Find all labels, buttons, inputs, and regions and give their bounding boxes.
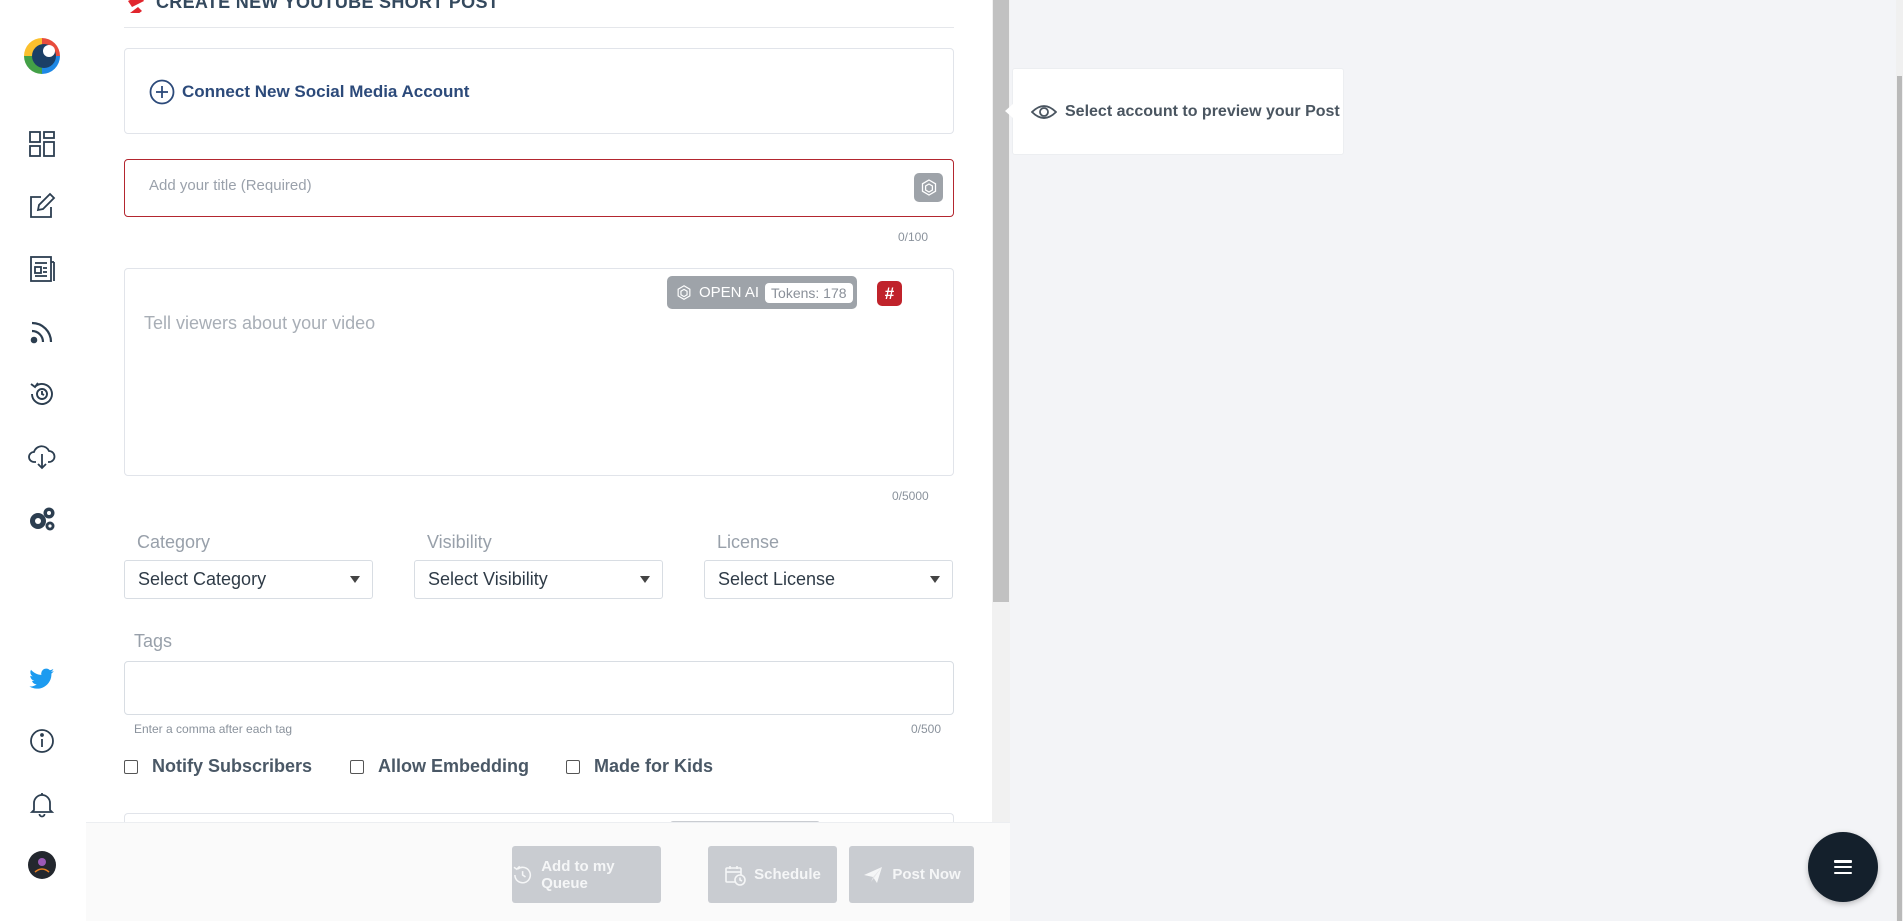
description-card: OPEN AI Tokens: 178 # [124, 268, 954, 476]
preview-message: Select account to preview your Post [1065, 103, 1340, 121]
caret-down-icon [930, 576, 940, 583]
caret-down-icon [640, 576, 650, 583]
page-title-text: CREATE NEW YOUTUBE SHORT POST [156, 0, 499, 13]
twitter-icon[interactable] [25, 661, 59, 695]
caret-down-icon [350, 576, 360, 583]
add-to-queue-label: Add to my Queue [541, 858, 661, 892]
made-for-kids-label: Made for Kids [594, 756, 713, 777]
youtube-shorts-icon [124, 0, 148, 13]
add-to-queue-button[interactable]: Add to my Queue [512, 846, 661, 903]
eye-icon [1031, 102, 1057, 122]
tags-label: Tags [134, 631, 172, 652]
tokens-badge: Tokens: 178 [765, 283, 853, 303]
openai-button[interactable]: OPEN AI Tokens: 178 [667, 276, 857, 309]
edit-post-icon[interactable] [25, 189, 59, 223]
queue-icon [512, 864, 533, 886]
post-now-label: Post Now [892, 866, 960, 883]
license-select[interactable]: Select License [704, 560, 953, 599]
schedule-button[interactable]: Schedule [708, 846, 837, 903]
bell-icon[interactable] [25, 787, 59, 821]
license-label: License [717, 532, 779, 553]
connect-account-button[interactable]: Connect New Social Media Account [149, 79, 469, 105]
menu-fab-button[interactable] [1808, 832, 1878, 902]
openai-label: OPEN AI [699, 284, 759, 301]
info-icon[interactable] [25, 724, 59, 758]
rss-feed-icon[interactable] [25, 315, 59, 349]
notify-subscribers-option[interactable]: Notify Subscribers [124, 756, 312, 777]
action-bar: Add to my Queue Schedule Post Now [86, 822, 1010, 921]
allow-embedding-checkbox[interactable] [350, 760, 364, 774]
category-select-value: Select Category [138, 569, 266, 590]
description-counter: 0/5000 [892, 489, 929, 503]
visibility-label: Visibility [427, 532, 492, 553]
allow-embedding-label: Allow Embedding [378, 756, 529, 777]
calendar-clock-icon [724, 864, 746, 886]
made-for-kids-checkbox[interactable] [566, 760, 580, 774]
notify-subscribers-checkbox[interactable] [124, 760, 138, 774]
connect-account-label: Connect New Social Media Account [182, 82, 469, 102]
description-input[interactable] [144, 313, 934, 453]
title-counter: 0/100 [898, 230, 928, 244]
tags-field [124, 661, 954, 715]
sidebar [0, 0, 86, 921]
preview-card: Select account to preview your Post [1012, 68, 1344, 155]
openai-icon [675, 284, 693, 302]
editor-scrollbar-thumb[interactable] [993, 0, 1009, 602]
visibility-select[interactable]: Select Visibility [414, 560, 663, 599]
tags-hint: Enter a comma after each tag [134, 722, 292, 736]
add-circle-icon [149, 79, 175, 105]
page-scrollbar[interactable] [1896, 0, 1903, 921]
title-divider [124, 27, 954, 28]
category-label: Category [137, 532, 210, 553]
license-select-value: Select License [718, 569, 835, 590]
category-select[interactable]: Select Category [124, 560, 373, 599]
history-icon[interactable] [25, 377, 59, 411]
send-icon [862, 864, 884, 886]
posts-list-icon[interactable] [25, 252, 59, 286]
dashboard-icon[interactable] [25, 127, 59, 161]
hashtag-button[interactable]: # [877, 281, 902, 306]
editor-scrollbar[interactable] [992, 0, 1010, 921]
cloud-download-icon[interactable] [25, 439, 59, 473]
notify-subscribers-label: Notify Subscribers [152, 756, 312, 777]
title-field [124, 159, 954, 217]
schedule-label: Schedule [754, 866, 821, 883]
page-scrollbar-thumb[interactable] [1897, 76, 1902, 921]
title-input[interactable] [149, 177, 889, 194]
app-logo[interactable] [22, 36, 62, 76]
allow-embedding-option[interactable]: Allow Embedding [350, 756, 529, 777]
openai-icon [919, 178, 939, 198]
tags-input[interactable] [137, 678, 937, 695]
made-for-kids-option[interactable]: Made for Kids [566, 756, 713, 777]
page-title: CREATE NEW YOUTUBE SHORT POST [124, 0, 499, 13]
post-now-button[interactable]: Post Now [849, 846, 974, 903]
connect-account-card: Connect New Social Media Account [124, 48, 954, 134]
tags-counter: 0/500 [911, 722, 941, 736]
ai-generate-title-button[interactable] [914, 173, 943, 202]
hamburger-icon [1834, 860, 1852, 874]
settings-icon[interactable] [25, 502, 59, 536]
avatar[interactable] [25, 848, 59, 882]
visibility-select-value: Select Visibility [428, 569, 548, 590]
